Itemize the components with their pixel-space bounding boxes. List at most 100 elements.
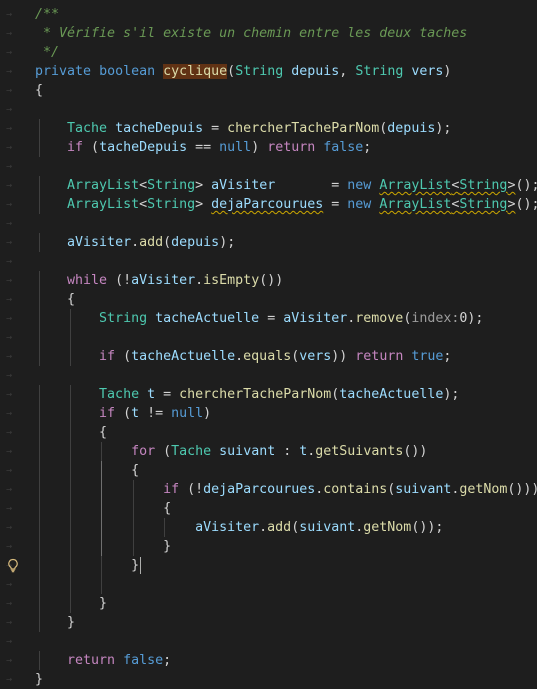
code-token: );	[435, 121, 452, 136]
code-text: private boolean cyclique(String depuis, …	[35, 62, 451, 81]
code-token: String	[355, 64, 404, 79]
code-token: t	[147, 387, 156, 402]
code-token: add	[267, 520, 292, 535]
code-line[interactable]: → Tache tacheDepuis = chercherTacheParNo…	[0, 119, 537, 138]
code-token: tacheDepuis	[115, 121, 204, 136]
code-token: boolean	[99, 64, 156, 79]
code-token: ;	[363, 140, 372, 155]
code-token: chercherTacheParNom	[227, 121, 380, 136]
code-token: }	[35, 539, 172, 554]
whitespace-arrow-icon: →	[6, 427, 13, 438]
code-token: if	[99, 406, 116, 421]
code-token: {	[35, 501, 172, 516]
code-line[interactable]: → {	[0, 461, 537, 480]
code-token: (	[163, 235, 172, 250]
whitespace-arrow-icon: →	[6, 636, 13, 647]
code-token: Tache	[99, 387, 140, 402]
code-token: String	[147, 197, 196, 212]
code-line[interactable]: →	[0, 575, 537, 594]
code-line[interactable]: → if (t != null)	[0, 404, 537, 423]
code-line[interactable]: → }	[0, 556, 537, 575]
code-token: Tache	[67, 121, 108, 136]
code-text: ArrayList<String> dejaParcourues = new A…	[35, 195, 537, 214]
code-line[interactable]: → ArrayList<String> dejaParcourues = new…	[0, 195, 537, 214]
code-token: false	[323, 140, 364, 155]
code-token: aVisiter	[131, 273, 196, 288]
code-line[interactable]: → }	[0, 594, 537, 613]
code-token: );	[219, 235, 236, 250]
code-token: String	[459, 197, 508, 212]
whitespace-arrow-icon: →	[6, 522, 13, 533]
code-token: ())	[403, 444, 428, 459]
code-token: dejaParcourues	[203, 482, 316, 497]
code-line[interactable]: → if (tacheActuelle.equals(vers)) return…	[0, 347, 537, 366]
code-line[interactable]: →{	[0, 81, 537, 100]
code-line[interactable]: → {	[0, 499, 537, 518]
whitespace-arrow-icon: →	[6, 28, 13, 39]
code-token: getNom	[459, 482, 508, 497]
code-token: return	[267, 140, 316, 155]
code-editor[interactable]: → /** → * Vérifie s'il existe un chemin en…	[0, 0, 537, 687]
code-line[interactable]: →	[0, 366, 537, 385]
code-line[interactable]: → return false;	[0, 651, 537, 670]
whitespace-arrow-icon: →	[6, 218, 13, 229]
lightbulb-icon[interactable]	[6, 558, 20, 573]
code-line[interactable]: → {	[0, 290, 537, 309]
code-token: {	[35, 83, 44, 98]
code-text: ArrayList<String> aVisiter = new ArrayLi…	[35, 176, 537, 195]
code-line[interactable]: → }	[0, 537, 537, 556]
code-line[interactable]: → aVisiter.add(suivant.getNom());	[0, 518, 537, 537]
code-line[interactable]: →	[0, 632, 537, 651]
code-line[interactable]: →	[0, 252, 537, 271]
code-line[interactable]: → /**	[0, 5, 537, 24]
code-line[interactable]: → */	[0, 43, 537, 62]
code-token: tacheActuelle	[131, 349, 236, 364]
code-line[interactable]: → Tache t = chercherTacheParNom(tacheAct…	[0, 385, 537, 404]
code-token: (	[155, 444, 172, 459]
indent-guide	[70, 575, 72, 594]
code-token: ;	[163, 653, 172, 668]
code-text: }	[35, 556, 139, 575]
code-line[interactable]: → if (tacheDepuis == null) return false;	[0, 138, 537, 157]
code-token: getSuivants	[315, 444, 404, 459]
code-token: contains	[323, 482, 388, 497]
code-token: .	[235, 349, 244, 364]
whitespace-arrow-icon: →	[6, 237, 13, 248]
code-line[interactable]: → {	[0, 423, 537, 442]
code-line[interactable]: → for (Tache suivant : t.getSuivants())	[0, 442, 537, 461]
code-token: );	[443, 387, 460, 402]
code-line[interactable]: → while (!aVisiter.isEmpty())	[0, 271, 537, 290]
code-line[interactable]: → aVisiter.add(depuis);	[0, 233, 537, 252]
whitespace-arrow-icon: →	[6, 275, 13, 286]
whitespace-arrow-icon: →	[6, 541, 13, 552]
code-line[interactable]: →	[0, 157, 537, 176]
code-line[interactable]: → }	[0, 613, 537, 632]
code-line[interactable]: → * Vérifie s'il existe un chemin entre …	[0, 24, 537, 43]
code-token: }	[35, 596, 108, 611]
code-line[interactable]: → private boolean cyclique(String depuis,…	[0, 62, 537, 81]
code-line[interactable]: → String tacheActuelle = aVisiter.remove…	[0, 309, 537, 328]
code-line[interactable]: →	[0, 214, 537, 233]
whitespace-arrow-icon: →	[6, 85, 13, 96]
code-text: return false;	[35, 651, 171, 670]
code-line[interactable]: → ArrayList<String> aVisiter = new Array…	[0, 176, 537, 195]
code-line[interactable]: → if (!dejaParcourues.contains(suivant.g…	[0, 480, 537, 499]
code-token: aVisiter	[67, 235, 132, 250]
code-token: ());	[411, 520, 444, 535]
whitespace-arrow-icon: →	[6, 579, 13, 590]
code-token: getNom	[363, 520, 412, 535]
whitespace-arrow-icon: →	[6, 66, 13, 77]
code-line[interactable]: →	[0, 328, 537, 347]
code-token: !=	[139, 406, 172, 421]
code-line[interactable]: →	[0, 100, 537, 119]
code-text: }	[35, 594, 107, 613]
whitespace-arrow-icon: →	[6, 47, 13, 58]
code-token: depuis	[387, 121, 436, 136]
code-token: tacheActuelle	[339, 387, 444, 402]
